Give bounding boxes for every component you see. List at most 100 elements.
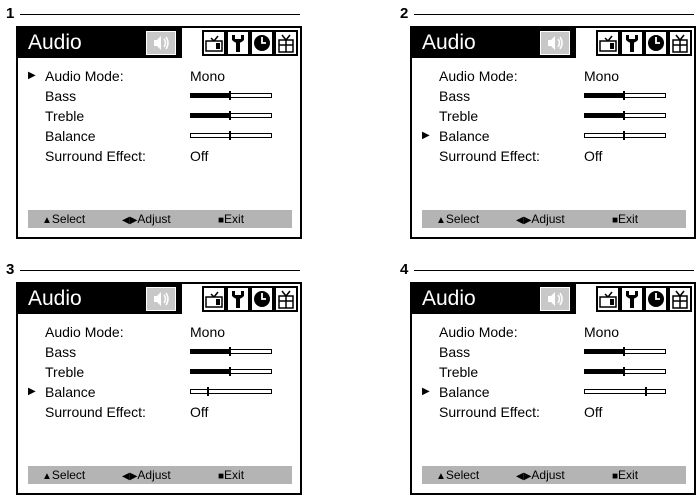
menu-item-label: Audio Mode: (439, 68, 518, 84)
tab-picture[interactable] (596, 286, 620, 312)
balance-slider[interactable] (190, 387, 272, 396)
treble-slider[interactable] (584, 111, 666, 120)
tab-timer[interactable] (644, 30, 668, 56)
menu-item-treble[interactable]: ▶ Treble (412, 106, 694, 126)
menu-item-bass[interactable]: ▶ Bass (412, 342, 694, 362)
title-bar: Audio (18, 284, 300, 314)
menu-item-bass[interactable]: ▶ Bass (18, 86, 300, 106)
slider-knob[interactable] (229, 91, 231, 100)
balance-slider[interactable] (584, 387, 666, 396)
menu-item-balance[interactable]: ▶ Balance (412, 382, 694, 402)
slider-knob[interactable] (623, 131, 625, 140)
bass-slider[interactable] (190, 347, 272, 356)
tab-picture[interactable] (596, 30, 620, 56)
menu-item-balance[interactable]: ▶ Balance (18, 382, 300, 402)
step-divider (414, 270, 694, 271)
speaker-icon (548, 36, 563, 50)
selection-arrow-icon: ▶ (422, 130, 430, 141)
tab-setup[interactable] (226, 286, 250, 312)
slider-fill (190, 370, 230, 373)
slider-knob[interactable] (229, 111, 231, 120)
bass-slider[interactable] (584, 347, 666, 356)
treble-slider[interactable] (190, 367, 272, 376)
left-right-icon: ◀▶ (122, 471, 138, 482)
menu-item-balance[interactable]: ▶ Balance (18, 126, 300, 146)
step-number: 3 (6, 261, 15, 278)
tab-picture[interactable] (202, 286, 226, 312)
audio-tab[interactable] (540, 31, 570, 55)
menu-item-treble[interactable]: ▶ Treble (412, 362, 694, 382)
audio-tab[interactable] (146, 31, 176, 55)
menu-item-surround-effect[interactable]: ▶ Surround Effect: Off (18, 402, 300, 422)
audio-tab[interactable] (146, 287, 176, 311)
menu-item-treble[interactable]: ▶ Treble (18, 362, 300, 382)
menu-item-label: Surround Effect: (439, 148, 540, 164)
slider-fill (190, 94, 230, 97)
select-hint: ▲︎Select (42, 467, 85, 485)
balance-slider[interactable] (584, 131, 666, 140)
tv-screen: Audio (410, 26, 696, 239)
tab-setup[interactable] (620, 30, 644, 56)
tab-features[interactable] (668, 286, 692, 312)
tab-timer[interactable] (250, 286, 274, 312)
menu-item-label: Surround Effect: (45, 148, 146, 164)
menu-item-balance[interactable]: ▶ Balance (412, 126, 694, 146)
menu-item-audio-mode[interactable]: ▶ Audio Mode: Mono (412, 322, 694, 342)
menu-item-audio-mode[interactable]: ▶ Audio Mode: Mono (18, 322, 300, 342)
title-bar-background: Audio (412, 28, 576, 58)
slider-knob[interactable] (645, 387, 647, 396)
adjust-hint: ◀▶Adjust (122, 211, 171, 229)
bass-slider[interactable] (190, 91, 272, 100)
tv-screen: Audio (410, 282, 696, 495)
tab-setup[interactable] (620, 286, 644, 312)
tab-timer[interactable] (250, 30, 274, 56)
surround-effect-value: Off (190, 148, 209, 164)
tab-features[interactable] (668, 30, 692, 56)
audio-tab[interactable] (540, 287, 570, 311)
tool-icon (232, 291, 244, 308)
slider-track (584, 389, 666, 394)
slider-knob[interactable] (229, 347, 231, 356)
tab-setup[interactable] (226, 30, 250, 56)
slider-knob[interactable] (207, 387, 209, 396)
tool-icon (626, 291, 638, 308)
bass-slider[interactable] (584, 91, 666, 100)
audio-mode-value: Mono (190, 324, 226, 340)
menu-item-label: Treble (45, 108, 85, 124)
menu-title: Audio (422, 31, 476, 54)
menu-item-label: Bass (45, 344, 77, 360)
gift-icon (672, 290, 688, 309)
select-hint: ▲︎Select (436, 467, 479, 485)
balance-slider[interactable] (190, 131, 272, 140)
menu-item-surround-effect[interactable]: ▶ Surround Effect: Off (412, 146, 694, 166)
tab-timer[interactable] (644, 286, 668, 312)
menu-item-surround-effect[interactable]: ▶ Surround Effect: Off (412, 402, 694, 422)
slider-knob[interactable] (623, 367, 625, 376)
tab-features[interactable] (274, 286, 298, 312)
slider-knob[interactable] (623, 347, 625, 356)
menu-item-treble[interactable]: ▶ Treble (18, 106, 300, 126)
slider-knob[interactable] (229, 367, 231, 376)
menu-item-bass[interactable]: ▶ Bass (412, 86, 694, 106)
treble-slider[interactable] (584, 367, 666, 376)
tab-picture[interactable] (202, 30, 226, 56)
audio-mode-value: Mono (584, 68, 620, 84)
menu-item-surround-effect[interactable]: ▶ Surround Effect: Off (18, 146, 300, 166)
tab-features[interactable] (274, 30, 298, 56)
menu-title: Audio (422, 287, 476, 310)
menu-item-audio-mode[interactable]: ▶ Audio Mode: Mono (412, 66, 694, 86)
tool-icon (626, 35, 638, 52)
menu-item-bass[interactable]: ▶ Bass (18, 342, 300, 362)
menu-item-audio-mode[interactable]: ▶ Audio Mode: Mono (18, 66, 300, 86)
slider-knob[interactable] (229, 131, 231, 140)
menu-item-label: Balance (439, 128, 490, 144)
slider-knob[interactable] (623, 111, 625, 120)
adjust-hint: ◀▶Adjust (516, 211, 565, 229)
step-divider (414, 14, 694, 15)
slider-fill (584, 370, 624, 373)
exit-hint-label: Exit (618, 212, 639, 226)
menu-title: Audio (28, 287, 82, 310)
treble-slider[interactable] (190, 111, 272, 120)
speaker-icon (154, 36, 169, 50)
slider-knob[interactable] (623, 91, 625, 100)
